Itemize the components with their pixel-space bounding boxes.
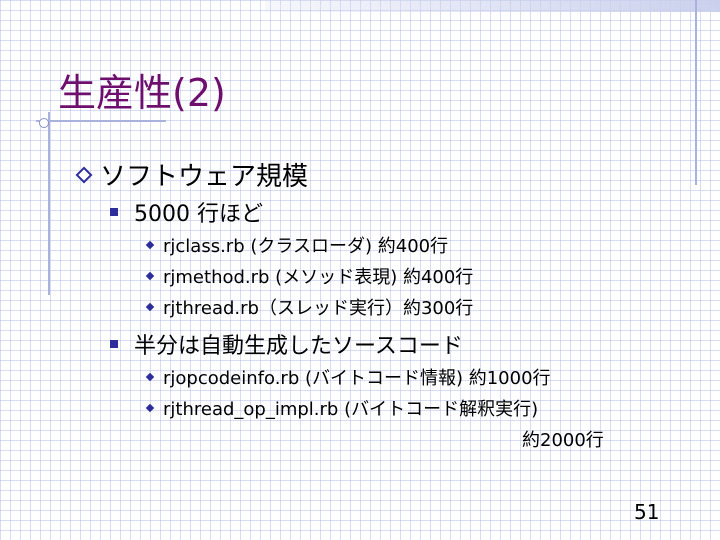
level1-text: ソフトウェア規模 xyxy=(100,162,309,192)
level3-text: rjthread.rb（スレッド実行）約300行 xyxy=(163,298,474,319)
level2-text: 半分は自動生成したソースコード xyxy=(134,334,463,359)
diamond-bullet-icon xyxy=(75,166,93,183)
small-diamond-bullet-icon xyxy=(145,240,155,250)
level3-item: rjthread.rb（スレッド実行）約300行 xyxy=(145,294,474,320)
page-number: 51 xyxy=(634,500,660,524)
level3-text: 約2000行 xyxy=(522,430,604,451)
right-decor-line xyxy=(695,0,697,185)
level3-item: rjclass.rb (クラスローダ) 約400行 xyxy=(145,232,449,258)
left-decor-line xyxy=(48,112,50,295)
level3-continuation: 約2000行 xyxy=(522,426,604,452)
level2-item: 5000 行ほど xyxy=(110,196,263,228)
small-diamond-bullet-icon xyxy=(145,372,155,382)
level3-text: rjmethod.rb (メソッド表現) 約400行 xyxy=(163,267,474,288)
small-diamond-bullet-icon xyxy=(145,271,155,281)
level3-item: rjthread_op_impl.rb (バイトコード解釈実行) xyxy=(145,395,539,421)
title-underline xyxy=(36,120,166,122)
level2-text: 5000 行ほど xyxy=(134,202,263,227)
square-bullet-icon xyxy=(110,208,118,216)
slide-title: 生産性(2) xyxy=(58,71,226,115)
level3-item: rjopcodeinfo.rb (バイトコード情報) 約1000行 xyxy=(145,364,551,390)
level3-text: rjthread_op_impl.rb (バイトコード解釈実行) xyxy=(163,399,539,420)
level3-text: rjopcodeinfo.rb (バイトコード情報) 約1000行 xyxy=(163,368,551,389)
title-circle-ornament xyxy=(39,118,49,128)
level1-item: ソフトウェア規模 xyxy=(75,156,309,193)
square-bullet-icon xyxy=(110,340,118,348)
level3-text: rjclass.rb (クラスローダ) 約400行 xyxy=(163,236,449,257)
level3-item: rjmethod.rb (メソッド表現) 約400行 xyxy=(145,263,474,289)
level2-item: 半分は自動生成したソースコード xyxy=(110,328,463,360)
top-decor-band xyxy=(265,0,720,12)
small-diamond-bullet-icon xyxy=(145,403,155,413)
small-diamond-bullet-icon xyxy=(145,302,155,312)
